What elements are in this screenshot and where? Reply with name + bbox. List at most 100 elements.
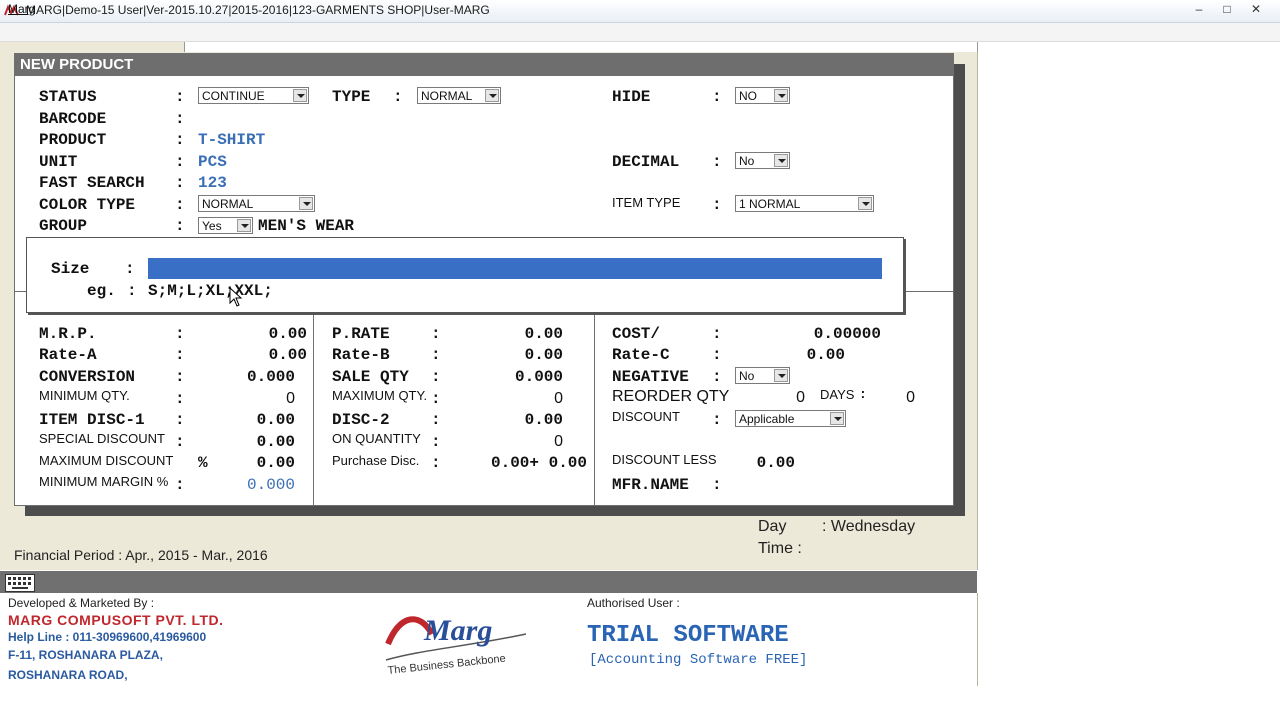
minimum-margin-label: MINIMUM MARGIN % [39,474,169,489]
maximum-discount-label: MAXIMUM DISCOUNT [39,453,174,468]
discount-less-input[interactable]: 0.00 [735,454,795,472]
status-label: STATUS [39,88,97,106]
item-type-colon: : [712,196,722,214]
special-discount-input[interactable]: 0.00 [215,433,295,451]
minimize-button[interactable]: – [1186,0,1212,18]
status-select-value: CONTINUE [202,89,265,103]
logo-text: Marg [423,614,492,647]
status-strip [0,571,977,593]
decimal-select[interactable]: No [735,152,790,169]
dialog-title: NEW PRODUCT [20,56,134,73]
conversion-label: CONVERSION [39,368,136,386]
item-disc-1-input[interactable]: 0.00 [215,411,295,429]
hide-select-value: NO [739,89,757,103]
chevron-down-icon[interactable] [774,89,788,102]
decimal-label: DECIMAL [612,153,680,171]
days-input[interactable]: 0 [885,389,915,407]
unit-input[interactable]: PCS [198,153,227,171]
discount-colon: : [712,411,722,429]
chevron-down-icon[interactable] [237,219,251,232]
color-type-select[interactable]: NORMAL [198,195,315,212]
rate-c-input[interactable]: 0.00 [775,346,845,364]
rate-c-colon: : [712,346,722,364]
maximum-qty-colon: : [431,390,441,408]
chevron-down-icon[interactable] [485,89,499,102]
on-quantity-input[interactable]: 0 [475,433,563,451]
status-select[interactable]: CONTINUE [198,87,309,104]
conversion-colon: : [175,368,185,386]
rate-a-colon: : [175,346,185,364]
workspace-top-frame [184,42,978,52]
barcode-label: BARCODE [39,110,107,128]
barcode-colon: : [175,110,185,128]
maximum-qty-input[interactable]: 0 [475,390,563,408]
purchase-disc-label: Purchase Disc. [332,453,420,468]
minimum-margin-input[interactable]: 0.000 [215,476,295,494]
financial-period: Financial Period : Apr., 2015 - Mar., 20… [14,547,268,563]
decimal-colon: : [712,153,722,171]
discount-label: DISCOUNT [612,409,680,424]
chevron-down-icon[interactable] [774,154,788,167]
rate-a-input[interactable]: 0.00 [215,346,307,364]
mfr-name-label: MFR.NAME [612,476,689,494]
minimum-qty-label: MINIMUM QTY. [39,388,130,403]
chevron-down-icon[interactable] [830,412,844,425]
p-rate-label: P.RATE [332,325,390,343]
chevron-down-icon[interactable] [774,369,788,382]
maximize-button[interactable]: □ [1214,0,1240,18]
days-colon: : [859,387,867,402]
negative-select[interactable]: No [735,367,790,384]
cost-input[interactable]: 0.00000 [775,325,881,343]
item-disc-1-label: ITEM DISC-1 [39,411,145,429]
discount-less-label: DISCOUNT LESS [612,452,717,467]
menu-bar [0,23,1280,42]
marg-logo: Marg The Business Backbone [385,614,527,677]
mrp-input[interactable]: 0.00 [215,325,307,343]
on-quantity-colon: : [431,433,441,451]
reorder-qty-input[interactable]: 0 [775,389,805,407]
rate-b-input[interactable]: 0.00 [475,346,563,364]
chevron-down-icon[interactable] [858,197,872,210]
item-type-select-value: 1 NORMAL [739,197,801,211]
fast-search-input[interactable]: 123 [198,174,227,192]
status-colon: : [175,88,185,106]
discount-select-value: Applicable [739,412,795,426]
type-colon: : [393,88,403,106]
right-blank-area [978,42,1280,686]
size-colon: : [125,260,135,278]
group-select[interactable]: Yes [198,217,253,234]
item-type-select[interactable]: 1 NORMAL [735,195,874,212]
chevron-down-icon[interactable] [299,197,313,210]
negative-colon: : [712,368,722,386]
day-label: Day [758,518,787,535]
conversion-input[interactable]: 0.000 [215,368,295,386]
cost-label: COST/ [612,325,661,343]
discount-select[interactable]: Applicable [735,410,846,427]
group-colon: : [175,217,185,235]
group-select-value: Yes [202,219,222,233]
chevron-down-icon[interactable] [293,89,307,102]
rate-a-label: Rate-A [39,346,97,364]
minimum-qty-input[interactable]: 0 [215,390,295,408]
type-select[interactable]: NORMAL [417,87,501,104]
p-rate-input[interactable]: 0.00 [475,325,563,343]
group-value: MEN'S WEAR [258,217,355,235]
group-label: GROUP [39,217,88,235]
disc-2-label: DISC-2 [332,411,390,429]
disc-2-input[interactable]: 0.00 [475,411,563,429]
type-select-value: NORMAL [421,89,473,103]
size-input[interactable] [148,258,882,279]
product-colon: : [175,131,185,149]
maximum-discount-input[interactable]: 0.00 [215,454,295,472]
hide-select[interactable]: NO [735,87,790,104]
minimum-margin-colon: : [175,476,185,494]
address-line-2: ROSHANARA ROAD, [8,668,128,682]
menu-item-marg[interactable]: Marg [8,2,35,16]
sale-qty-input[interactable]: 0.000 [475,368,563,386]
trial-software-subtitle: [Accounting Software FREE] [589,652,808,668]
purchase-disc-input[interactable]: 0.00+ 0.00 [455,454,587,472]
keyboard-icon[interactable] [5,574,35,592]
close-button[interactable]: ✕ [1243,0,1269,18]
product-input[interactable]: T-SHIRT [198,131,265,149]
days-label: DAYS [820,387,855,402]
